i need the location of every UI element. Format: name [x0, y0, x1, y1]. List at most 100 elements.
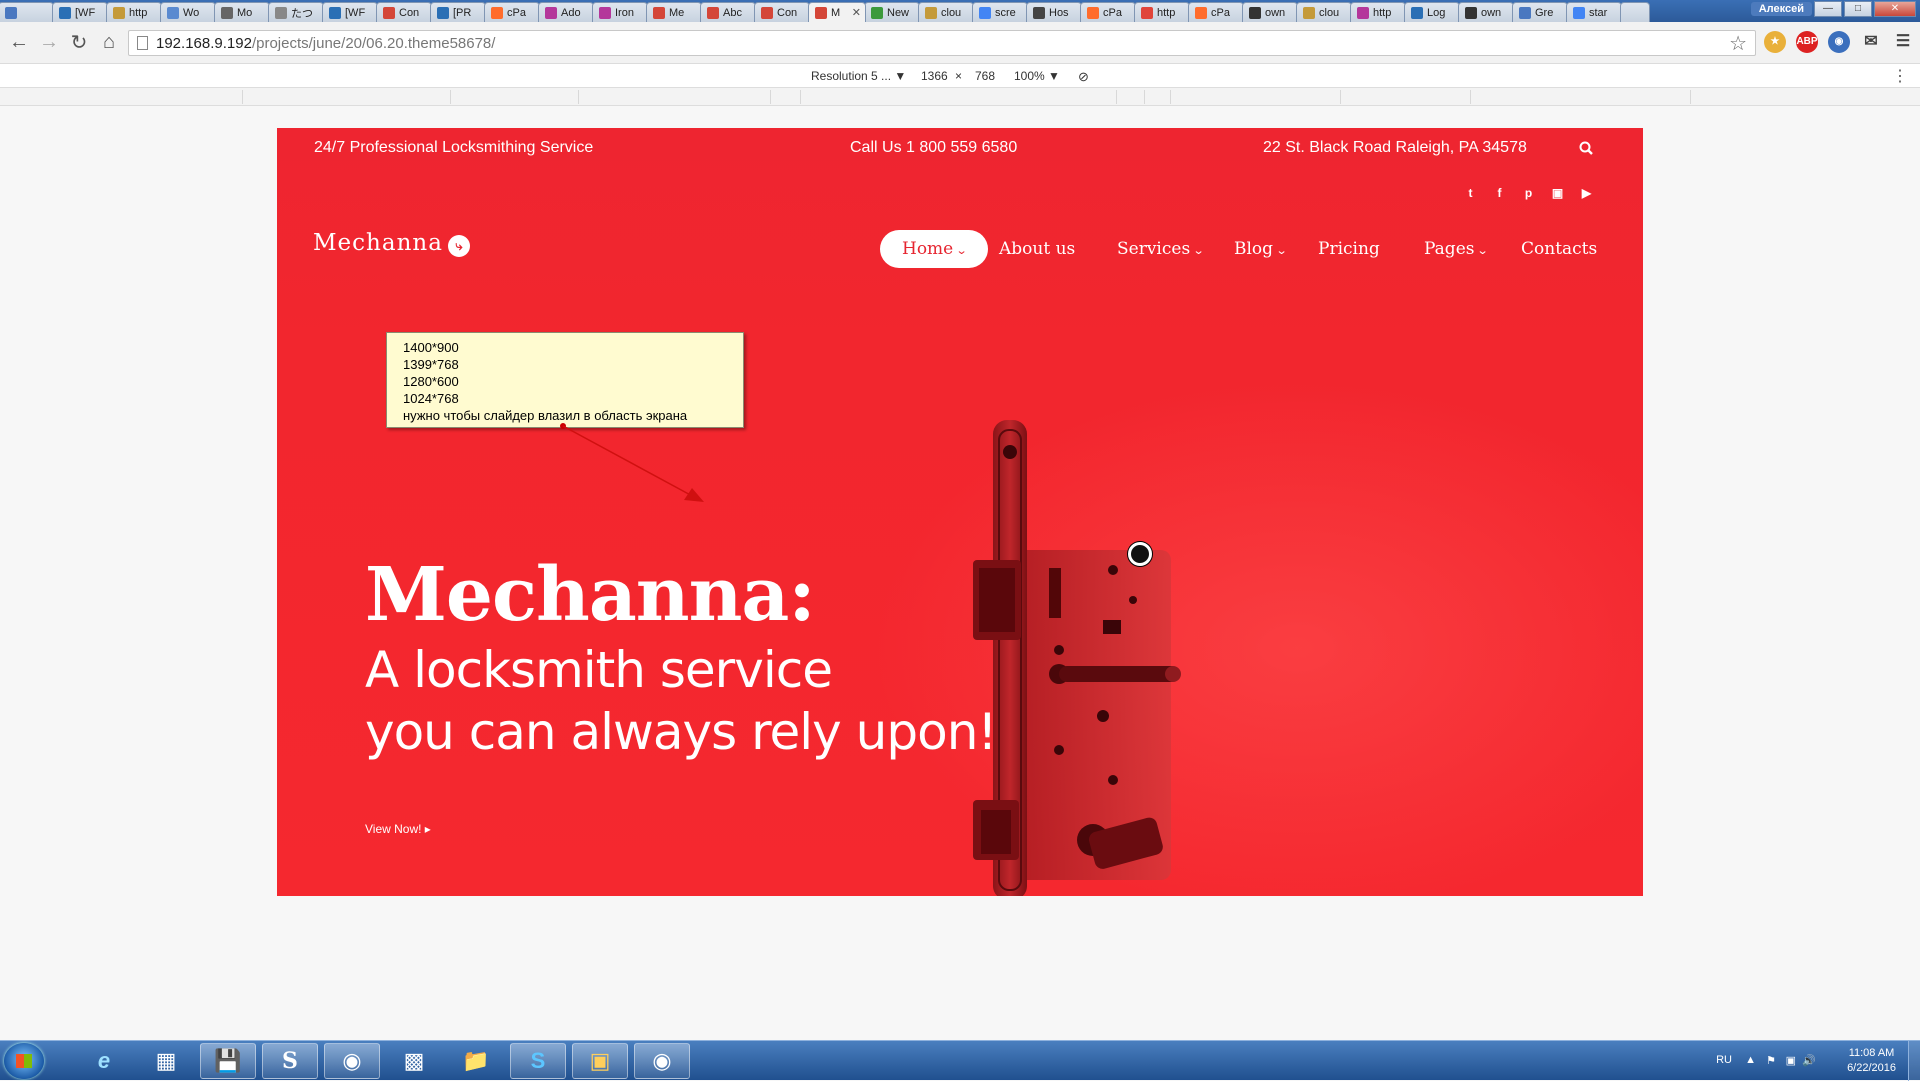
chrome-icon-2[interactable]: ◉ — [634, 1043, 690, 1079]
browser-tab[interactable]: Wo — [160, 2, 216, 22]
browser-tab[interactable]: clou — [1296, 2, 1352, 22]
tray-expand-icon[interactable]: ▲ — [1745, 1054, 1756, 1066]
tab-title: clou — [941, 6, 962, 19]
zoom-select[interactable]: 100% ▼ — [1014, 69, 1060, 83]
browser-tab[interactable]: cPa — [1080, 2, 1136, 22]
browser-tab[interactable]: star — [1566, 2, 1622, 22]
instagram-icon[interactable]: ▣ — [1550, 186, 1565, 200]
clock-date: 6/22/2016 — [1847, 1062, 1896, 1074]
tab-close-icon[interactable]: ✕ — [852, 6, 861, 19]
browser-tab[interactable]: cPa — [1188, 2, 1244, 22]
nav-pricing[interactable]: Pricing — [1318, 230, 1380, 268]
bookmark-star-icon[interactable]: ☆ — [1729, 31, 1747, 56]
nav-contacts[interactable]: Contacts — [1521, 230, 1597, 268]
back-button[interactable]: ← — [4, 31, 34, 54]
mail-extension-icon[interactable]: ✉ — [1860, 31, 1882, 53]
tab-favicon-icon — [329, 6, 341, 19]
ruler-tick — [1470, 90, 1471, 104]
browser-tab[interactable]: clou — [918, 2, 974, 22]
tab-title: Con — [777, 6, 798, 19]
hero-subtitle-line-2: you can always rely upon! — [365, 703, 997, 761]
ruler-tick — [242, 90, 243, 104]
facebook-icon[interactable]: f — [1492, 186, 1507, 200]
sublime-text-icon[interactable]: ▩ — [386, 1043, 442, 1079]
skype-icon[interactable]: S — [510, 1043, 566, 1079]
browser-tab[interactable]: Con — [754, 2, 810, 22]
browser-tab[interactable]: [WF — [322, 2, 378, 22]
pinterest-icon[interactable]: p — [1521, 186, 1536, 200]
nav-home[interactable]: Home ⌄ — [880, 230, 989, 268]
folder-icon[interactable]: 📁 — [448, 1043, 504, 1079]
browser-tab[interactable]: Ado — [538, 2, 594, 22]
menu-icon[interactable]: ☰ — [1892, 31, 1914, 53]
tab-title: own — [1265, 6, 1286, 19]
browser-tab[interactable]: own — [1458, 2, 1514, 22]
address-bar[interactable]: 192.168.9.192/projects/june/20/06.20.the… — [128, 30, 1756, 56]
browser-tab[interactable]: http — [1350, 2, 1406, 22]
nav-pages[interactable]: Pages ⌄ — [1424, 230, 1489, 268]
rotate-icon[interactable]: ⊘ — [1078, 69, 1089, 85]
minimize-button[interactable]: — — [1814, 1, 1842, 17]
calculator-icon[interactable]: ▦ — [138, 1043, 194, 1079]
phone-link[interactable]: Call Us 1 800 559 6580 — [850, 139, 1017, 157]
ruler-tick — [1690, 90, 1691, 104]
forward-button[interactable]: → — [34, 31, 64, 54]
internet-explorer-icon[interactable]: e — [76, 1043, 132, 1079]
browser-tab[interactable]: Con — [376, 2, 432, 22]
maximize-button[interactable]: □ — [1844, 1, 1872, 17]
browser-tab[interactable] — [0, 2, 54, 22]
show-desktop-button[interactable] — [1908, 1041, 1920, 1081]
device-height-input[interactable]: 768 — [975, 69, 995, 83]
new-tab-button[interactable] — [1620, 2, 1650, 22]
browser-tab[interactable]: own — [1242, 2, 1298, 22]
tab-title: New — [887, 6, 910, 19]
home-button[interactable]: ⌂ — [94, 31, 124, 54]
browser-tab[interactable]: Gre — [1512, 2, 1568, 22]
extension-icon[interactable]: ★ — [1764, 31, 1786, 53]
browser-tab-active[interactable]: M ✕ — [808, 2, 866, 22]
start-button[interactable] — [4, 1043, 44, 1079]
browser-tab[interactable]: http — [1134, 2, 1190, 22]
volume-icon[interactable]: 🔊 — [1802, 1054, 1816, 1067]
nav-blog[interactable]: Blog ⌄ — [1234, 230, 1288, 268]
browser-tab[interactable]: http — [106, 2, 162, 22]
reload-button[interactable]: ↻ — [64, 30, 94, 55]
nav-services[interactable]: Services ⌄ — [1117, 230, 1205, 268]
globe-extension-icon[interactable]: ◉ — [1828, 31, 1850, 53]
chrome-icon[interactable]: ◉ — [324, 1043, 380, 1079]
more-options-icon[interactable]: ⋮ — [1892, 66, 1908, 86]
browser-tab[interactable]: Iron — [592, 2, 648, 22]
clock[interactable]: 11:08 AM 6/22/2016 — [1847, 1046, 1896, 1076]
tab-favicon-icon — [1465, 6, 1477, 19]
youtube-icon[interactable]: ▶ — [1579, 186, 1594, 200]
tab-title: Hos — [1049, 6, 1069, 19]
skype-s-icon[interactable]: S — [262, 1043, 318, 1079]
browser-tab[interactable]: [PR — [430, 2, 486, 22]
search-icon[interactable] — [1579, 141, 1593, 155]
browser-tab[interactable]: Abc — [700, 2, 756, 22]
close-window-button[interactable]: ✕ — [1874, 1, 1916, 17]
photo-viewer-icon[interactable]: ▣ — [572, 1043, 628, 1079]
browser-tab[interactable]: cPa — [484, 2, 540, 22]
browser-tab[interactable]: New — [864, 2, 920, 22]
browser-tab[interactable]: Hos — [1026, 2, 1082, 22]
save-app-icon[interactable]: 💾 — [200, 1043, 256, 1079]
language-indicator[interactable]: RU — [1716, 1054, 1732, 1066]
browser-tab[interactable]: たつ — [268, 2, 324, 22]
nav-about[interactable]: About us — [999, 230, 1075, 268]
browser-tab[interactable]: scre — [972, 2, 1028, 22]
device-width-input[interactable]: 1366 — [921, 69, 948, 83]
view-now-link[interactable]: View Now! ▸ — [365, 822, 431, 836]
browser-tab[interactable]: [WF — [52, 2, 108, 22]
device-preset-select[interactable]: Resolution 5 ... ▼ — [811, 69, 906, 83]
browser-tab[interactable]: Mo — [214, 2, 270, 22]
network-icon[interactable]: ▣ — [1786, 1054, 1796, 1067]
adblock-icon[interactable]: ABP — [1796, 31, 1818, 53]
twitter-icon[interactable]: t — [1463, 186, 1478, 200]
profile-name[interactable]: Алексей — [1750, 2, 1812, 16]
social-links: t f p ▣ ▶ — [1463, 186, 1594, 200]
chevron-down-icon: ⌄ — [955, 244, 968, 257]
network-flag-icon[interactable]: ⚑ — [1766, 1054, 1776, 1067]
browser-tab[interactable]: Me — [646, 2, 702, 22]
browser-tab[interactable]: Log — [1404, 2, 1460, 22]
